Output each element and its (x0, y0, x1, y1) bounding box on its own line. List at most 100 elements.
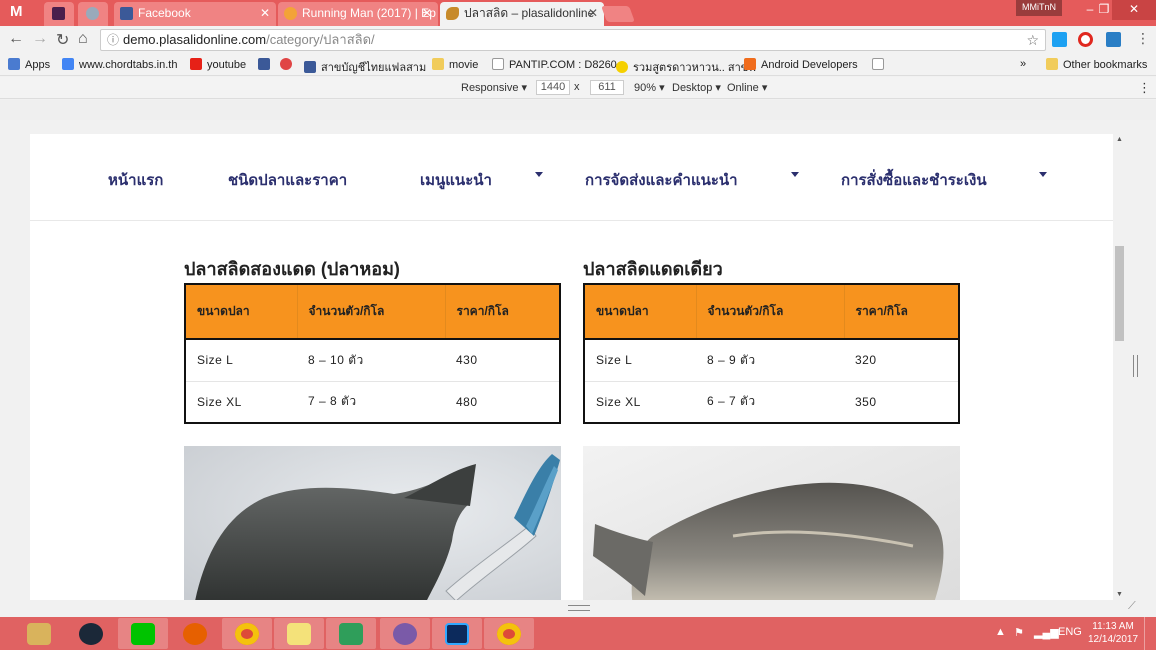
bookmark-pantip[interactable]: PANTIP.COM : D8260 (492, 58, 617, 71)
bookmark-star-icon[interactable]: ☆ (1026, 30, 1039, 50)
chevron-down-icon[interactable] (535, 172, 543, 177)
taskbar-security[interactable] (326, 618, 376, 649)
bookmark-label: รวมสูตรดาวหาวน.. สาขฟ (633, 62, 757, 74)
tab-label: Running Man (2017) | Ep (302, 6, 436, 20)
taskbar-line[interactable] (118, 618, 168, 649)
info-icon[interactable]: ⓘ (107, 30, 119, 50)
page-icon (872, 58, 884, 70)
taskbar-sticky-notes[interactable] (274, 618, 324, 649)
input-language[interactable]: ENG (1058, 626, 1082, 638)
extension-icon[interactable] (1106, 32, 1121, 47)
steam-icon (79, 623, 103, 645)
nav-home[interactable]: หน้าแรก (108, 168, 163, 192)
menu-kebab-icon[interactable]: ⋮ (1136, 30, 1150, 47)
tray-expand-icon[interactable]: ▲ (995, 626, 1006, 638)
clock-date: 12/14/2017 (1088, 634, 1139, 645)
taskbar-steam[interactable] (66, 618, 116, 649)
column-header: ขนาดปลา (185, 284, 298, 340)
gmail-icon[interactable]: M (10, 3, 23, 20)
forward-arrow-icon[interactable]: → (32, 30, 48, 48)
table-cell: 480 (456, 394, 478, 409)
shield-icon (339, 623, 363, 645)
bookmark-label: Android Developers (761, 59, 858, 71)
bookmarks-bar: Apps www.chordtabs.in.th youtube สาขบัญช… (0, 55, 1156, 76)
bookmarks-overflow[interactable]: » (1020, 58, 1026, 70)
tab-facebook[interactable]: Facebook ✕ (114, 2, 276, 26)
bookmark-label: movie (449, 59, 479, 71)
address-bar[interactable]: ⓘ demo.plasalidonline.com/category/ปลาสล… (100, 29, 1046, 51)
bookmark-youtube[interactable]: youtube (190, 58, 246, 71)
close-window-button[interactable]: ✕ (1112, 0, 1156, 20)
resize-handle-right[interactable] (1133, 355, 1138, 377)
bookmark-label: youtube (207, 59, 247, 71)
video-icon (284, 7, 297, 20)
url-path: /category/ปลาสลิด/ (266, 32, 375, 47)
nav-fish-types-prices[interactable]: ชนิดปลาและราคา (228, 168, 347, 192)
bookmark-label: สาขบัญชีไทยแฟลสาม (321, 62, 427, 74)
taskbar-cat-app[interactable] (380, 618, 430, 649)
scroll-up-arrow-icon[interactable]: ▲ (1116, 136, 1123, 143)
resize-corner-icon[interactable]: ⟋ (1128, 600, 1136, 613)
system-clock[interactable]: 11:13 AM 12/14/2017 (1088, 620, 1138, 646)
network-signal-icon[interactable]: ▂▄▆ (1034, 626, 1059, 639)
chevron-down-icon[interactable] (791, 172, 799, 177)
bookmark-chordtabs[interactable]: www.chordtabs.in.th (62, 58, 177, 71)
nav-recommended-menu[interactable]: เมนูแนะนำ (420, 168, 492, 192)
facebook-icon (120, 7, 133, 20)
viewport-width-input[interactable]: 1440 (536, 80, 570, 95)
product-title: ปลาสลิดสองแดด (ปลาหอม) (184, 259, 400, 279)
column-header: ขนาดปลา (584, 284, 697, 340)
zoom-select[interactable]: 90% ▾ (634, 81, 665, 94)
bookmark-movie[interactable]: movie (432, 58, 478, 71)
home-icon[interactable]: ⌂ (78, 30, 88, 48)
close-tab-icon[interactable]: ✕ (588, 2, 598, 24)
network-throttle-select[interactable]: Online ▾ (727, 81, 767, 94)
opera-extension-icon[interactable] (1078, 32, 1093, 47)
bookmark-android-developers[interactable]: Android Developers (744, 58, 858, 71)
bookmark-apps[interactable]: Apps (8, 58, 50, 71)
devtools-more-icon[interactable]: ⋮ (1138, 80, 1151, 96)
viewport-height-input[interactable]: 611 (590, 80, 624, 95)
taskbar-photoshop[interactable] (432, 618, 482, 649)
bookmark-facebook[interactable] (258, 58, 275, 71)
nav-order-payment[interactable]: การสั่งซื้อและชำระเงิน (841, 168, 987, 192)
show-desktop-button[interactable] (1144, 617, 1156, 650)
table-row: Size L 8 – 10 ตัว 430 (185, 339, 560, 382)
window-user-badge[interactable]: MMiTnN (1016, 0, 1062, 16)
nav-shipping-advice[interactable]: การจัดส่งและคำแนะนำ (585, 168, 738, 192)
device-type-select[interactable]: Desktop ▾ (672, 81, 721, 94)
emulated-viewport: หน้าแรก ชนิดปลาและราคา เมนูแนะนำ การจัดส… (30, 134, 1126, 600)
scroll-down-arrow-icon[interactable]: ▼ (1116, 591, 1123, 598)
red-circle-icon (280, 58, 292, 70)
taskbar-chrome[interactable] (222, 618, 272, 649)
taskbar-chrome-2[interactable] (484, 618, 534, 649)
bookmark-red[interactable] (280, 58, 297, 71)
twitter-extension-icon[interactable] (1052, 32, 1067, 47)
column-header: ราคา/กิโล (445, 284, 560, 340)
reload-icon[interactable]: ↻ (56, 30, 69, 50)
chevron-down-icon[interactable] (1039, 172, 1047, 177)
tab-running-man[interactable]: Running Man (2017) | Ep ✕ (278, 2, 438, 26)
action-center-icon[interactable]: ⚑ (1014, 626, 1024, 639)
table-header-row: ขนาดปลา จำนวนตัว/กิโล ราคา/กิโล (584, 284, 959, 340)
device-mode-select[interactable]: Responsive ▾ (461, 81, 527, 94)
other-bookmarks[interactable]: Other bookmarks (1046, 58, 1147, 71)
tab-slack[interactable] (44, 2, 74, 26)
bookmark-page[interactable] (872, 58, 889, 71)
bookmark-thai-formula[interactable]: รวมสูตรดาวหาวน.. สาขฟ (616, 58, 756, 76)
tab-checkmark[interactable] (78, 2, 108, 26)
back-arrow-icon[interactable]: ← (8, 30, 24, 48)
tab-plasalid[interactable]: ปลาสลิด – plasalidonline ✕ (440, 2, 604, 26)
scrollbar-thumb[interactable] (1115, 246, 1124, 341)
new-tab-button[interactable] (601, 6, 635, 22)
resize-handle-bottom[interactable] (568, 605, 590, 611)
vertical-scrollbar[interactable]: ▲ ▼ (1113, 134, 1126, 600)
table-cell: Size XL (596, 394, 641, 409)
taskbar-firefox[interactable] (170, 618, 220, 649)
bookmark-thai-accounts[interactable]: สาขบัญชีไทยแฟลสาม (304, 58, 426, 76)
fish-photo-with-knife (184, 446, 561, 600)
table-cell: 8 – 10 ตัว (297, 339, 445, 382)
close-tab-icon[interactable]: ✕ (260, 2, 270, 24)
taskbar-file-explorer[interactable] (14, 618, 64, 649)
close-tab-icon[interactable]: ✕ (422, 2, 432, 24)
